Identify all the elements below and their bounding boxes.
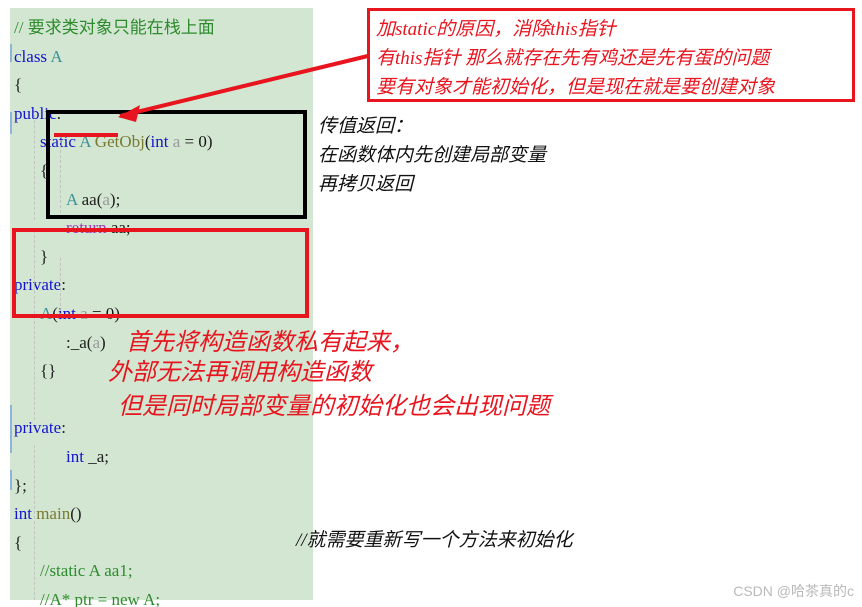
code-line[interactable]: // 要求类对象只能在栈上面 (10, 14, 313, 43)
callout-line-3: 要有对象才能初始化，但是现在就是要创建对象 (376, 77, 776, 98)
red-annotation-line-1: 首先将构造函数私有起来， (126, 330, 414, 356)
callout-line-2: 有this指针 那么就存在先有鸡还是先有蛋的问题 (376, 48, 770, 69)
code-token: :_a (66, 332, 87, 352)
indent-guide-5 (60, 258, 61, 316)
code-token: A (50, 46, 63, 66)
code-line[interactable]: { (10, 157, 313, 186)
code-token: ); (109, 189, 121, 209)
code-listing[interactable]: // 要求类对象只能在栈上面 class A{public: static A Ge… (10, 14, 313, 607)
code-token: main (36, 504, 71, 524)
code-editor-panel[interactable]: // 要求类对象只能在栈上面 class A{public: static A Ge… (10, 8, 313, 607)
note-return-line-2: 在函数体内先创建局部变量 (318, 145, 547, 166)
code-token: }; (14, 475, 27, 495)
code-token: { (14, 532, 23, 552)
indent-guide-3 (34, 445, 35, 600)
note-return-by-value: 传值返回： 在函数体内先创建局部变量 再拷贝返回 (318, 112, 638, 199)
code-token: = (87, 303, 106, 323)
code-token: : (61, 275, 66, 295)
indent-guide-1 (34, 110, 35, 220)
code-line[interactable]: { (10, 71, 313, 100)
csdn-watermark: CSDN @哈茶真的c (733, 583, 854, 599)
code-line[interactable]: class A (10, 43, 313, 72)
code-token: () (70, 504, 82, 524)
code-token: : (61, 418, 66, 438)
code-token: int (150, 132, 169, 152)
code-token: } (40, 246, 49, 266)
callout-line-1: 加static的原因，消除this指针 (376, 19, 616, 40)
code-token: a (92, 332, 100, 352)
code-line[interactable]: { (10, 529, 313, 558)
code-token: class (14, 46, 48, 66)
code-token: { (14, 75, 23, 95)
code-line[interactable]: int _a; (10, 443, 313, 472)
inline-comment-getobj: //就需要重新写一个方法来初始化 (296, 530, 573, 551)
code-line[interactable]: }; (10, 472, 313, 501)
code-token: private (14, 418, 62, 438)
code-line[interactable]: int main() (10, 500, 313, 529)
note-return-line-3: 再拷贝返回 (318, 174, 414, 195)
code-token: ) (206, 132, 213, 152)
red-annotation-line-2: 外部无法再调用构造函数 (108, 360, 372, 386)
code-token: return (66, 218, 107, 238)
code-token: = (180, 132, 199, 152)
gutter-change-bar-low (10, 405, 12, 453)
gutter-change-bar-mid (10, 112, 12, 134)
code-token: a (80, 303, 88, 323)
code-token: //A* ptr = new A; (40, 589, 161, 607)
code-token: { (40, 160, 49, 180)
code-token: public (14, 103, 57, 123)
code-token: : (56, 103, 62, 123)
code-line[interactable]: //static A aa1; (10, 557, 313, 586)
code-token: private (14, 275, 62, 295)
code-line[interactable]: A aa(a); (10, 186, 313, 215)
callout-static-reason: 加static的原因，消除this指针 有this指针 那么就存在先有鸡还是先有… (367, 8, 855, 102)
code-token: _a; (83, 446, 109, 466)
code-token: int (66, 446, 84, 466)
code-token: 0 (198, 132, 207, 152)
code-token: A (40, 303, 53, 323)
code-token: {} (40, 361, 57, 381)
code-token: aa; (106, 218, 131, 238)
code-token: //static A aa1; (40, 561, 133, 581)
note-return-line-1: 传值返回： (318, 116, 414, 137)
code-line[interactable]: } (10, 243, 313, 272)
indent-guide-4 (60, 140, 61, 218)
indent-guide-2 (34, 230, 35, 420)
code-token: a (102, 189, 110, 209)
code-line[interactable]: //A* ptr = new A; (10, 586, 313, 607)
code-line[interactable]: return aa; (10, 214, 313, 243)
underline-static-keyword (54, 133, 118, 137)
gutter-change-bar-main (10, 470, 12, 490)
code-line[interactable]: public: (10, 100, 313, 129)
gutter-change-bar-top (10, 44, 12, 62)
code-token: ) (114, 303, 120, 323)
screenshot-root: // 要求类对象只能在栈上面 class A{public: static A Ge… (0, 0, 862, 607)
code-line[interactable]: A(int a = 0) (10, 300, 313, 329)
code-token: A (66, 189, 78, 209)
code-token: int (14, 504, 32, 524)
code-line[interactable]: private: (10, 271, 313, 300)
code-token: // 要求类对象只能在栈上面 (14, 18, 215, 37)
code-token: aa (77, 189, 97, 209)
red-annotation-line-3: 但是同时局部变量的初始化也会出现问题 (118, 394, 550, 420)
code-token: ) (100, 332, 106, 352)
